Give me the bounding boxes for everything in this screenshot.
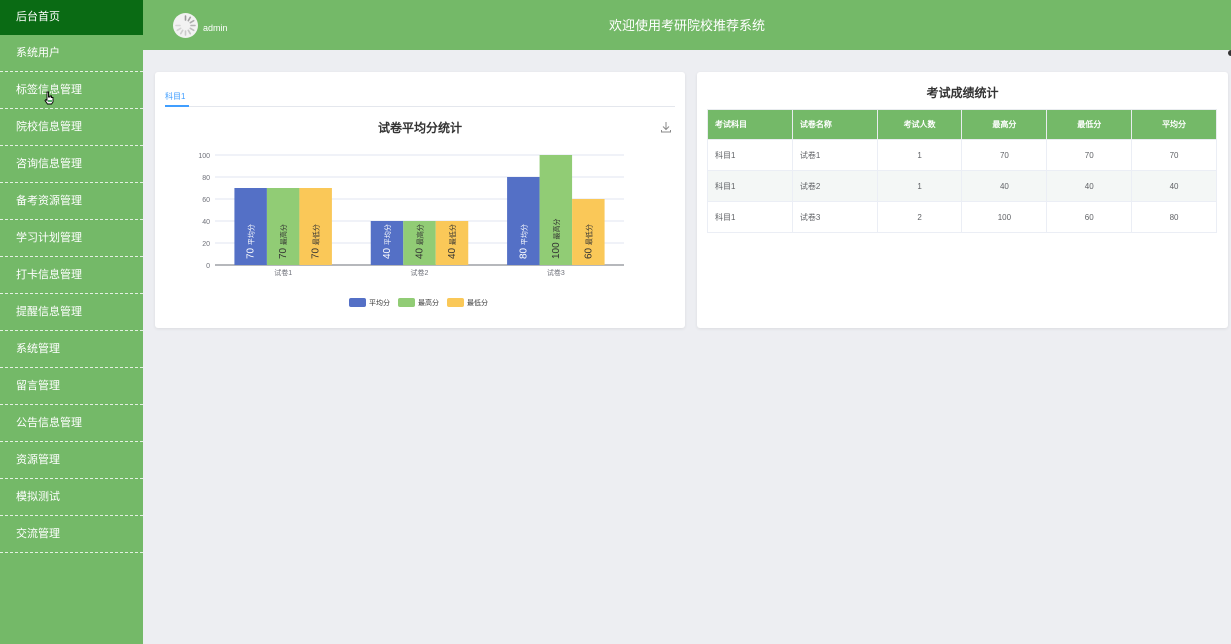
header: admin 欢迎使用考研院校推荐系统 [143, 0, 1231, 56]
sidebar-item-mock-test[interactable]: 模拟测试 [0, 479, 143, 516]
sidebar-item-exchange[interactable]: 交流管理 [0, 516, 143, 553]
table-row: 科目1 试卷3 2 100 60 80 [707, 201, 1217, 233]
legend-label: 平均分 [369, 298, 390, 307]
sidebar: 后台首页 系统用户 标签信息管理 院校信息管理 咨询信息管理 备考资源管理 学习… [0, 0, 143, 644]
legend-label: 最高分 [418, 298, 439, 307]
sidebar-item-college-info[interactable]: 院校信息管理 [0, 109, 143, 146]
column-header-max: 最高分 [961, 109, 1048, 140]
column-header-subject: 考试科目 [707, 109, 793, 140]
chart-card: 科目1 试卷平均分统计 0 20 40 60 80 100 70 平均分 70 最高分 70 最… [155, 72, 685, 328]
legend-swatch [447, 298, 464, 307]
x-tick-label: 试卷3 [547, 268, 565, 277]
y-tick-label: 40 [202, 219, 210, 226]
column-header-paper: 试卷名称 [791, 109, 878, 140]
table-cell: 80 [1131, 201, 1217, 233]
table-title: 考试成绩统计 [926, 86, 999, 100]
table-cell: 科目1 [707, 201, 793, 233]
table-cell: 试卷3 [791, 201, 878, 233]
table-cell: 1 [876, 139, 963, 171]
table-cell: 70 [1046, 139, 1133, 171]
x-tick-label: 试卷1 [274, 268, 292, 277]
table-cell: 试卷2 [791, 170, 878, 202]
y-tick-label: 80 [202, 175, 210, 182]
table-cell: 2 [876, 201, 963, 233]
table-cell: 70 [1131, 139, 1217, 171]
sidebar-item-home[interactable]: 后台首页 [0, 0, 143, 35]
table-cell: 40 [1131, 170, 1217, 202]
sidebar-item-checkin-info[interactable]: 打卡信息管理 [0, 257, 143, 294]
table-cell: 科目1 [707, 139, 793, 171]
column-header-count: 考试人数 [876, 109, 963, 140]
sidebar-item-study-plan[interactable]: 学习计划管理 [0, 220, 143, 257]
sidebar-item-consult-info[interactable]: 咨询信息管理 [0, 146, 143, 183]
sidebar-item-message[interactable]: 留言管理 [0, 368, 143, 405]
sidebar-item-system-users[interactable]: 系统用户 [0, 35, 143, 72]
legend-label: 最低分 [467, 298, 488, 307]
table-cell: 40 [1046, 170, 1133, 202]
table-cell: 60 [1046, 201, 1133, 233]
sidebar-item-announcement[interactable]: 公告信息管理 [0, 405, 143, 442]
legend-swatch [349, 298, 366, 307]
y-tick-label: 60 [202, 197, 210, 204]
table-row: 科目1 试卷2 1 40 40 40 [707, 170, 1217, 202]
table-cell: 1 [876, 170, 963, 202]
table-row: 科目1 试卷1 1 70 70 70 [707, 139, 1217, 171]
score-table: 考试科目 试卷名称 考试人数 最高分 最低分 平均分 科目1 试卷1 1 70 … [707, 109, 1217, 233]
sidebar-item-tag-info[interactable]: 标签信息管理 [0, 72, 143, 109]
column-header-avg: 平均分 [1131, 109, 1217, 140]
table-cell: 科目1 [707, 170, 793, 202]
sidebar-item-reminder-info[interactable]: 提醒信息管理 [0, 294, 143, 331]
y-tick-label: 0 [206, 263, 210, 270]
system-title: 欢迎使用考研院校推荐系统 [608, 18, 765, 33]
sidebar-item-resources[interactable]: 资源管理 [0, 442, 143, 479]
table-cell: 100 [961, 201, 1048, 233]
table-cell: 70 [961, 139, 1048, 171]
legend-swatch [398, 298, 415, 307]
hand-cursor-icon [44, 91, 54, 105]
sidebar-item-prep-resources[interactable]: 备考资源管理 [0, 183, 143, 220]
table-card: 考试成绩统计 考试科目 试卷名称 考试人数 最高分 最低分 平均分 科目1 试卷… [697, 72, 1228, 328]
table-cell: 试卷1 [791, 139, 878, 171]
y-tick-label: 100 [198, 153, 210, 160]
bar-chart: 02040608010070 平均分70 最高分70 最低分试卷140 平均分4… [198, 153, 624, 307]
sidebar-item-system-manage[interactable]: 系统管理 [0, 331, 143, 368]
y-tick-label: 20 [202, 241, 210, 248]
column-header-min: 最低分 [1046, 109, 1133, 140]
table-header-row: 考试科目 试卷名称 考试人数 最高分 最低分 平均分 [707, 109, 1217, 140]
x-tick-label: 试卷2 [411, 268, 429, 277]
table-cell: 40 [961, 170, 1048, 202]
